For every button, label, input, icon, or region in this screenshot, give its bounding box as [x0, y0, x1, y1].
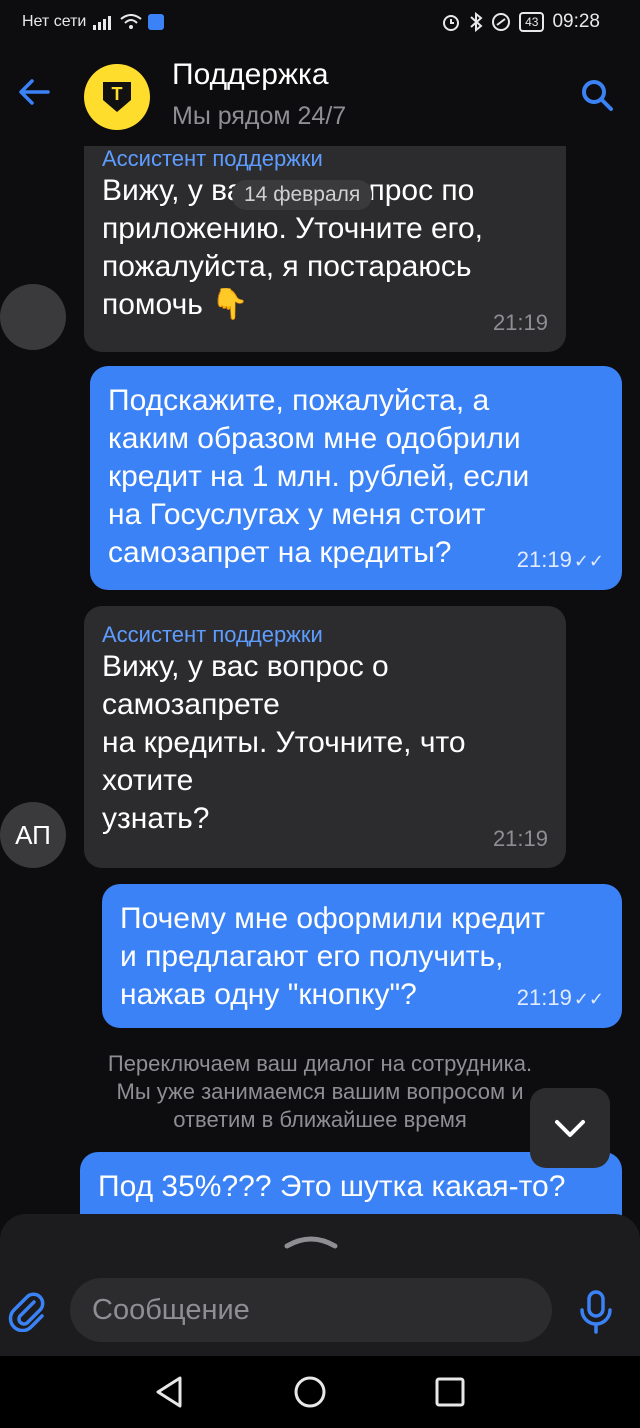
sender-name: Ассистент поддержки [102, 146, 323, 171]
message-line: приложению. Уточните его, [102, 212, 483, 245]
battery-icon: 43 [519, 12, 545, 32]
message-line: хотите [102, 764, 194, 797]
microphone-icon[interactable] [578, 1290, 614, 1334]
message-line: Под 35%??? Это шутка какая-то? [98, 1170, 566, 1203]
back-arrow-icon[interactable] [16, 74, 52, 110]
chat-messages[interactable]: Ассистент поддержки Вижу, у вас есть воп… [0, 146, 640, 1216]
sender-name: Ассистент поддержки [102, 622, 323, 647]
nav-home-icon[interactable] [292, 1374, 328, 1410]
alarm-icon [443, 15, 460, 31]
system-message: Переключаем ваш диалог на сотрудника. Мы… [40, 1050, 600, 1134]
nav-recents-icon[interactable] [432, 1374, 468, 1410]
system-line: Мы уже занимаемся вашим вопросом и [116, 1079, 524, 1104]
status-left: Нет сети [22, 13, 165, 31]
scroll-down-button[interactable] [530, 1088, 610, 1168]
network-status: Нет сети [22, 13, 87, 30]
message-line: нажав одну "кнопку"? [120, 978, 417, 1011]
signal-icon [93, 16, 112, 30]
message-time: 21:19 ✓✓ [516, 985, 604, 1010]
bank-shield-icon: T [103, 82, 131, 112]
chat-subtitle: Мы рядом 24/7 [172, 102, 347, 130]
message-line: узнать? [102, 802, 210, 835]
chat-title[interactable]: Поддержка [172, 58, 329, 92]
message-line: на Госуслугах у меня стоит [108, 498, 486, 531]
message-line: Подскажите, пожалуйста, а [108, 384, 490, 417]
chevron-down-icon [555, 1120, 585, 1137]
status-bar: Нет сети 43 09:28 [0, 0, 640, 46]
read-check-icon: ✓✓ [573, 989, 604, 1009]
system-line: Переключаем ваш диалог на сотрудника. [107, 1051, 533, 1076]
logo-letter: T [111, 84, 123, 104]
clock: 09:28 [552, 11, 600, 32]
message-line: Вижу, у вас вопрос о [102, 650, 389, 683]
outgoing-message[interactable]: Почему мне оформили кредит и предлагают … [102, 884, 622, 1028]
incoming-message[interactable]: Ассистент поддержки Вижу, у вас вопрос о… [84, 606, 566, 868]
message-line: кредит на 1 млн. рублей, если [108, 460, 530, 493]
message-line: и предлагают его получить, [120, 940, 504, 973]
system-navigation-bar [0, 1356, 640, 1428]
nav-back-icon[interactable] [152, 1374, 188, 1410]
message-line: пожалуйста, я постараюсь [102, 250, 472, 283]
search-icon[interactable] [580, 78, 614, 112]
wifi-icon [120, 14, 142, 29]
system-line: ответим в ближайшее время [173, 1107, 467, 1132]
nfc-icon [492, 13, 511, 31]
message-line: каким образом мне одобрили [108, 422, 521, 455]
outgoing-message[interactable]: Подскажите, пожалуйста, а каким образом … [90, 366, 622, 590]
paperclip-icon[interactable] [8, 1292, 48, 1332]
read-check-icon: ✓✓ [573, 551, 604, 571]
message-time: 21:19 [492, 310, 548, 335]
message-time: 21:19 ✓✓ [516, 547, 604, 572]
message-line: самозапрет на кредиты? [108, 536, 452, 569]
message-input[interactable] [70, 1278, 552, 1342]
chat-header: T Поддержка Мы рядом 24/7 [0, 46, 640, 146]
message-line: на кредиты. Уточните, что [102, 726, 466, 759]
assistant-avatar: АП [0, 802, 66, 868]
assistant-avatar [0, 284, 66, 350]
incoming-message[interactable]: Ассистент поддержки Вижу, у вас есть воп… [84, 146, 566, 352]
bank-logo-avatar[interactable]: T [84, 64, 150, 130]
message-line: помочь 👇 [102, 288, 249, 321]
vpn-shield-icon [148, 14, 165, 30]
status-right: 43 09:28 [441, 11, 600, 33]
expand-handle-icon[interactable] [283, 1232, 339, 1250]
message-line: Почему мне оформили кредит [120, 902, 545, 935]
message-composer [0, 1214, 640, 1356]
message-time: 21:19 [492, 826, 548, 851]
message-line: самозапрете [102, 688, 280, 721]
bluetooth-icon [470, 12, 483, 32]
date-divider: 14 февраля [232, 180, 373, 210]
